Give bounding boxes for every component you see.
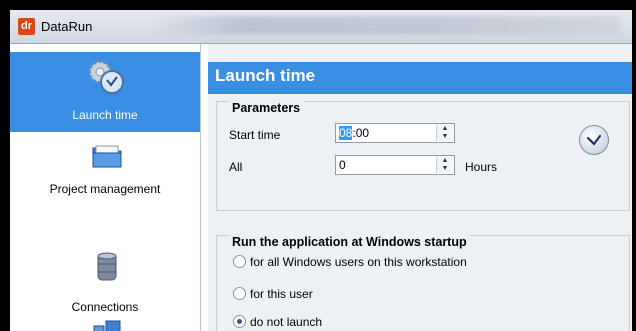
spin-up-icon[interactable]: ▲: [437, 157, 453, 165]
spin-down-icon[interactable]: ▼: [437, 133, 453, 141]
clock-icon[interactable]: [579, 125, 609, 155]
sidebar-item-label: Launch time: [72, 108, 138, 122]
start-time-input[interactable]: 08:00 ▲ ▼: [335, 123, 455, 143]
radio-label: do not launch: [250, 315, 323, 329]
radio-do-not-launch[interactable]: do not launch: [233, 315, 322, 329]
startup-group: Run the application at Windows startup f…: [216, 235, 630, 331]
app-window: dr DataRun Launch time Project managemen…: [10, 10, 632, 331]
all-hours-spinner[interactable]: ▲ ▼: [436, 157, 453, 173]
parameters-group-title: Parameters: [229, 101, 304, 115]
database-icon: [97, 252, 117, 281]
start-time-spinner[interactable]: ▲ ▼: [436, 125, 453, 141]
gears-clock-icon: [89, 61, 124, 94]
window-body: Launch time Project management Connectio…: [10, 44, 632, 331]
radio-label: for all Windows users on this workstatio…: [250, 255, 467, 269]
parameters-group: Parameters Start time 08:00 ▲ ▼ All 0 ▲ ▼ …: [216, 101, 630, 211]
sidebar: Launch time Project management Connectio…: [10, 44, 201, 331]
main-panel: Launch time Parameters Start time 08:00 …: [208, 44, 632, 331]
clock-hands-icon: [586, 134, 602, 146]
window-title: DataRun: [41, 19, 93, 34]
title-bar[interactable]: dr DataRun: [10, 10, 632, 44]
radio-all-users[interactable]: for all Windows users on this workstatio…: [233, 255, 467, 269]
spin-up-icon[interactable]: ▲: [437, 125, 453, 133]
hours-label: Hours: [465, 160, 498, 174]
sidebar-item-label: Connections: [71, 300, 139, 314]
start-time-minutes: :00: [352, 126, 370, 140]
sidebar-item-project-management[interactable]: Project management: [10, 136, 200, 206]
sidebar-item-launch-time[interactable]: Launch time: [10, 52, 200, 132]
start-time-label: Start time: [229, 128, 281, 142]
radio-button-selected[interactable]: [233, 315, 246, 328]
all-hours-input[interactable]: 0 ▲ ▼: [335, 155, 455, 175]
sidebar-item-connections[interactable]: Connections: [10, 250, 200, 322]
startup-group-title: Run the application at Windows startup: [229, 235, 470, 249]
radio-button[interactable]: [233, 255, 246, 268]
network-icon: [93, 320, 121, 331]
folder-icon: [92, 145, 122, 168]
spin-down-icon[interactable]: ▼: [437, 165, 453, 173]
radio-this-user[interactable]: for this user: [233, 287, 313, 301]
all-hours-value: 0: [339, 158, 346, 172]
sidebar-item-network[interactable]: [10, 320, 200, 331]
radio-label: for this user: [250, 287, 313, 301]
all-label: All: [229, 160, 243, 174]
radio-button[interactable]: [233, 287, 246, 300]
app-logo: dr: [18, 18, 35, 35]
page-title: Launch time: [215, 66, 316, 85]
start-time-hours-selection: 08: [339, 126, 353, 140]
sidebar-item-label: Project management: [49, 182, 161, 196]
page-header: Launch time: [208, 62, 632, 94]
title-bar-blurred-area: [150, 16, 620, 34]
